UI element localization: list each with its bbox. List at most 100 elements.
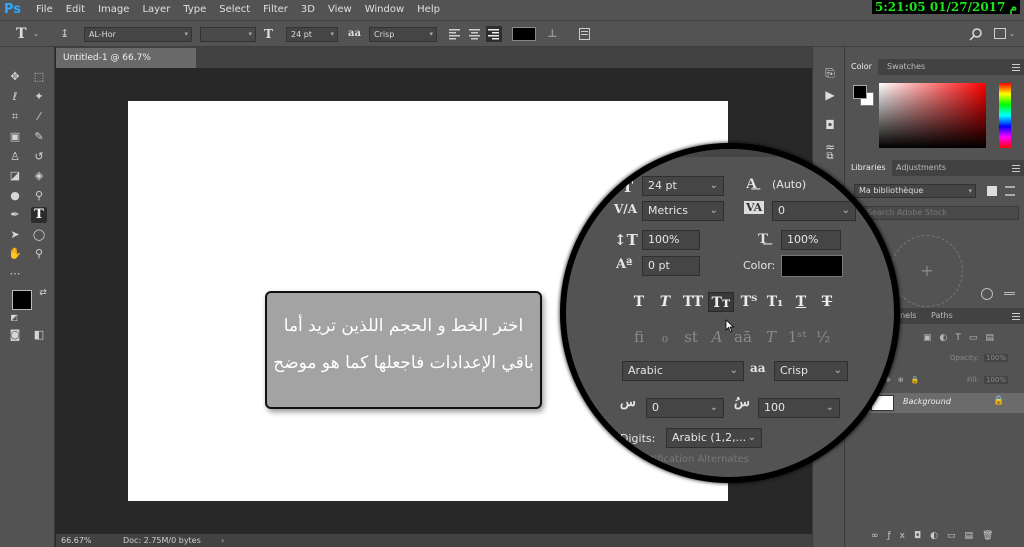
workspace-icon[interactable]	[994, 28, 1006, 39]
digits-select[interactable]: Arabic (1,2,... ⌄	[666, 428, 762, 448]
paint-bucket-tool-icon[interactable]: ◈	[31, 168, 47, 184]
menu-edit[interactable]: Edit	[66, 4, 85, 15]
history-brush-tool-icon[interactable]: ↺	[31, 149, 47, 165]
char-color-swatch[interactable]	[781, 255, 843, 277]
panel-menu-icon[interactable]	[1012, 313, 1020, 320]
type-tool-icon[interactable]: T	[31, 207, 47, 223]
clone-stamp-tool-icon[interactable]: ♙	[7, 149, 23, 165]
char-kerning-select[interactable]: Metrics ⌄	[642, 201, 724, 221]
font-size-select[interactable]: 24 pt ▾	[286, 27, 338, 42]
layers-footer-icons[interactable]: ∞ƒx◘◐▭▤🗑	[871, 531, 1021, 543]
history-panel-icon[interactable]: ⎘	[822, 65, 838, 81]
lock-icon[interactable]: 🔒	[993, 396, 1004, 406]
magic-wand-tool-icon[interactable]: ✦	[31, 89, 47, 105]
tab-color[interactable]: Color	[845, 59, 878, 75]
blur-tool-icon[interactable]: ●	[7, 188, 23, 204]
foreground-color-swatch[interactable]	[12, 290, 32, 310]
list-view-icon[interactable]	[1005, 186, 1015, 196]
char-hscale-input[interactable]: 100%	[781, 230, 841, 250]
faux-bold-icon[interactable]: T	[628, 292, 650, 312]
strikethrough-icon[interactable]: T	[816, 292, 838, 312]
language-select[interactable]: Arabic ⌄	[622, 361, 744, 381]
search-icon[interactable]	[969, 27, 983, 41]
font-style-select[interactable]: ▾	[200, 27, 256, 42]
color-panel-foreground[interactable]	[853, 85, 867, 99]
kashida-select[interactable]: 0 ⌄	[646, 398, 724, 418]
ligatures-icon[interactable]: fi	[628, 327, 650, 347]
actions-play-icon[interactable]: ▶	[822, 87, 838, 103]
menu-filter[interactable]: Filter	[263, 4, 288, 15]
panel-menu-icon[interactable]	[1012, 64, 1020, 71]
fill-value[interactable]: 100%	[984, 376, 1008, 384]
zoom-tool-icon[interactable]: ⚲	[31, 246, 47, 262]
menu-type[interactable]: Type	[183, 4, 206, 15]
swap-colors-icon[interactable]: ⇄	[35, 285, 51, 301]
creative-cloud-icon[interactable]	[981, 288, 993, 300]
layer-name[interactable]: Background	[903, 397, 951, 406]
ordinals-icon[interactable]: 1ˢᵗ	[786, 327, 808, 347]
move-tool-icon[interactable]: ✥	[7, 69, 23, 85]
superscript-icon[interactable]: Tᵀ	[738, 292, 760, 312]
brush-tool-icon[interactable]: ✎	[31, 129, 47, 145]
default-colors-icon[interactable]: ◩	[6, 310, 22, 326]
panel-menu-icon[interactable]	[1004, 292, 1015, 295]
chevron-down-icon[interactable]: ⌄	[1009, 29, 1015, 38]
faux-italic-icon[interactable]: T	[654, 292, 676, 312]
type-tool-icon[interactable]: T	[16, 26, 26, 42]
small-caps-icon[interactable]: Tт	[708, 292, 734, 312]
align-left-icon[interactable]	[449, 28, 461, 40]
dodge-tool-icon[interactable]: ⚲	[31, 188, 47, 204]
char-tracking-select[interactable]: 0 ⌄	[772, 201, 856, 221]
char-antialias-select[interactable]: Crisp ⌄	[774, 361, 848, 381]
align-center-icon[interactable]	[469, 28, 481, 40]
status-menu-icon[interactable]: ›	[221, 534, 224, 547]
document-tab[interactable]: Untitled-1 @ 66.7% (RGB/8#) ×	[56, 48, 196, 83]
ellipse-tool-icon[interactable]: ◯	[31, 227, 47, 243]
orientation-toggle-icon[interactable]: ↨	[60, 27, 69, 40]
menu-view[interactable]: View	[328, 4, 352, 15]
char-baseline-input[interactable]: 0 pt	[642, 256, 700, 276]
all-caps-icon[interactable]: TT	[680, 292, 706, 312]
char-leading-select[interactable]: (Auto) ⌄	[767, 176, 844, 196]
justification-alternates[interactable]: Justification Alternates	[636, 454, 749, 465]
menu-file[interactable]: File	[36, 4, 53, 15]
eyedropper-tool-icon[interactable]: ⁄	[31, 109, 47, 125]
grid-view-icon[interactable]	[987, 186, 997, 196]
tab-adjustments[interactable]: Adjustments	[890, 160, 952, 176]
pen-tool-icon[interactable]: ✒	[7, 207, 23, 223]
text-color-swatch[interactable]	[512, 27, 536, 41]
menu-window[interactable]: Window	[365, 4, 404, 15]
menu-help[interactable]: Help	[417, 4, 440, 15]
menu-select[interactable]: Select	[219, 4, 250, 15]
hue-slider[interactable]	[999, 83, 1011, 148]
tab-paths[interactable]: Paths	[925, 308, 959, 324]
character-panel-icon[interactable]	[579, 28, 590, 40]
menu-3d[interactable]: 3D	[301, 4, 315, 15]
more-tools-icon[interactable]: ⋯	[7, 266, 23, 282]
menu-layer[interactable]: Layer	[142, 4, 170, 15]
warp-text-icon[interactable]: ⊥	[547, 27, 558, 40]
eraser-tool-icon[interactable]: ◪	[7, 168, 23, 184]
underline-icon[interactable]: T	[790, 292, 812, 312]
char-size-select[interactable]: 24 pt ⌄	[642, 176, 724, 196]
diacritic-select[interactable]: 100 ⌄	[758, 398, 840, 418]
font-family-select[interactable]: AL-Hor ▾	[84, 27, 192, 42]
tab-swatches[interactable]: Swatches	[881, 59, 931, 75]
titling-alternates-icon[interactable]: T	[760, 327, 782, 347]
antialias-select[interactable]: Crisp ▾	[369, 27, 437, 42]
quick-mask-icon[interactable]: ◙	[7, 327, 23, 343]
align-right-icon[interactable]	[486, 26, 502, 42]
add-library-item-icon[interactable]: +	[891, 235, 963, 307]
healing-brush-tool-icon[interactable]: ▣	[7, 129, 23, 145]
path-selection-tool-icon[interactable]: ➤	[7, 227, 23, 243]
screen-mode-icon[interactable]: ◧	[31, 327, 47, 343]
menu-image[interactable]: Image	[98, 4, 129, 15]
layer-filter-icons[interactable]: ▣◐T▭▤	[923, 333, 1013, 345]
panel-menu-icon[interactable]	[1012, 165, 1020, 172]
marquee-tool-icon[interactable]: ⬚	[31, 69, 47, 85]
contextual-alternates-icon[interactable]: ℴ	[654, 327, 676, 347]
subscript-icon[interactable]: T₁	[764, 292, 786, 312]
3d-panel-icon[interactable]: ◘	[822, 117, 838, 133]
fractions-icon[interactable]: ½	[812, 327, 834, 347]
discretionary-ligatures-icon[interactable]: st	[680, 327, 702, 347]
